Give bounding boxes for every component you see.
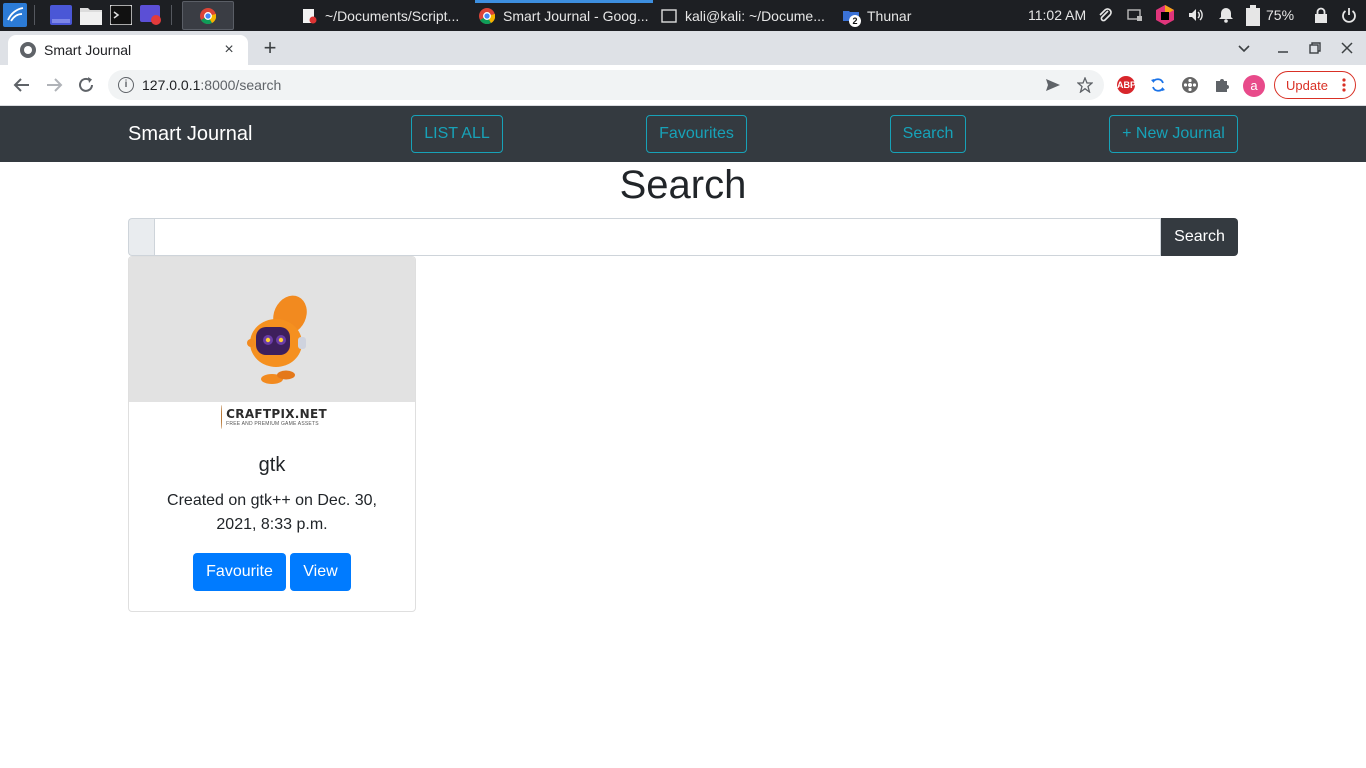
card-text: Created on gtk++ on Dec. 30, 2021, 8:33 … — [167, 492, 377, 533]
tab-smart-journal[interactable]: Smart Journal × — [8, 35, 248, 65]
craftpix-logo: CRAFTPIX.NET FREE AND PREMIUM GAME ASSET… — [221, 403, 327, 431]
browser-toolbar: i 127.0.0.1:8000/search ABP a Update — [0, 65, 1366, 106]
screen-recorder-launcher-icon[interactable] — [140, 5, 162, 25]
window-close-icon[interactable] — [1336, 37, 1358, 59]
clock[interactable]: 11:02 AM — [1028, 0, 1086, 31]
text-editor-icon — [303, 8, 317, 23]
jetbrains-toolbox-icon[interactable] — [1155, 4, 1175, 26]
adblock-extension-icon[interactable]: ABP — [1117, 76, 1136, 94]
taskbar-task-editor[interactable]: ~/Documents/Script... — [301, 0, 459, 31]
nav-search-button[interactable]: Search — [890, 115, 966, 153]
window-count-badge: 2 — [849, 14, 861, 27]
card-title: gtk — [258, 454, 286, 476]
screen-icon[interactable] — [1127, 7, 1143, 23]
nav-favourites-button[interactable]: Favourites — [646, 115, 747, 153]
update-button[interactable]: Update — [1274, 71, 1356, 99]
card-image — [129, 257, 415, 402]
address-bar[interactable]: i 127.0.0.1:8000/search — [108, 70, 1104, 100]
logo-caption: CRAFTPIX.NET — [226, 406, 327, 421]
power-icon[interactable] — [1341, 7, 1357, 23]
search-form: Search — [128, 218, 1238, 256]
taskbar-task-browser[interactable]: Smart Journal - Goog... — [475, 0, 653, 31]
reload-icon[interactable] — [74, 73, 98, 97]
sync-extension-icon[interactable] — [1149, 76, 1167, 94]
tab-title: Smart Journal — [44, 42, 132, 58]
chrome-icon — [200, 8, 216, 24]
site-info-icon[interactable]: i — [118, 77, 134, 93]
search-submit-button[interactable]: Search — [1161, 218, 1238, 256]
folder-launcher-icon[interactable] — [80, 5, 102, 25]
taskbar-task-label: Smart Journal - Goog... — [503, 7, 649, 24]
new-tab-button[interactable]: + — [258, 37, 282, 61]
terminal-icon — [661, 8, 677, 23]
film-reel-extension-icon[interactable] — [1181, 76, 1199, 94]
notification-bell-icon[interactable] — [1218, 7, 1234, 23]
nav-list-all-button[interactable]: LIST ALL — [411, 115, 503, 153]
bookmark-star-icon[interactable] — [1077, 77, 1093, 93]
file-manager-icon: 2 — [843, 8, 861, 27]
page-title: Search — [619, 163, 747, 207]
close-icon[interactable]: × — [220, 41, 238, 59]
navbar-brand[interactable]: Smart Journal — [128, 123, 253, 146]
taskbar-task-terminal[interactable]: kali@kali: ~/Docume... — [661, 0, 825, 31]
logo-subcaption: FREE AND PREMIUM GAME ASSETS — [226, 420, 319, 427]
chrome-launcher-active[interactable] — [182, 1, 234, 30]
taskbar-task-label: Thunar — [867, 7, 912, 24]
send-tab-icon[interactable] — [1045, 77, 1061, 93]
battery-icon[interactable] — [1245, 5, 1261, 27]
taskbar-task-label: ~/Documents/Script... — [325, 7, 460, 24]
site-navbar: Smart Journal LIST ALL Favourites Search… — [0, 106, 1366, 162]
tab-search-chevron-icon[interactable] — [1233, 37, 1255, 59]
taskbar-task-thunar[interactable]: 2 Thunar — [843, 0, 911, 31]
journal-card: CRAFTPIX.NET FREE AND PREMIUM GAME ASSET… — [128, 256, 416, 612]
view-button[interactable]: View — [290, 553, 351, 591]
taskbar-separator — [34, 5, 35, 25]
os-taskbar: ~/Documents/Script... Smart Journal - Go… — [0, 0, 1366, 31]
minimize-icon[interactable] — [1272, 37, 1294, 59]
paperclip-icon[interactable] — [1097, 7, 1113, 23]
craftpix-logo-icon — [221, 405, 223, 429]
show-desktop-icon[interactable] — [50, 5, 72, 25]
forward-arrow-icon[interactable] — [42, 73, 66, 97]
kali-menu-icon[interactable] — [3, 3, 27, 27]
terminal-launcher-icon[interactable] — [110, 5, 132, 25]
profile-avatar[interactable]: a — [1243, 75, 1265, 97]
volume-icon[interactable] — [1188, 7, 1204, 23]
search-input-addon — [128, 218, 154, 256]
nav-new-journal-button[interactable]: + New Journal — [1109, 115, 1238, 153]
update-label: Update — [1286, 77, 1328, 93]
browser-tab-strip: Smart Journal × — [0, 31, 1366, 65]
restore-icon[interactable] — [1304, 37, 1326, 59]
globe-icon — [20, 42, 36, 58]
url-path: :8000/search — [200, 77, 282, 93]
back-arrow-icon[interactable] — [10, 73, 34, 97]
taskbar-task-label: kali@kali: ~/Docume... — [685, 7, 825, 24]
lock-icon[interactable] — [1313, 7, 1329, 23]
chrome-icon — [479, 7, 495, 24]
extensions-puzzle-icon[interactable] — [1213, 76, 1231, 94]
taskbar-separator — [171, 5, 172, 25]
more-vert-icon — [1342, 78, 1346, 92]
url-host: 127.0.0.1 — [142, 77, 201, 93]
robot-character-image — [247, 295, 307, 384]
battery-percentage: 75% — [1266, 7, 1295, 23]
search-input[interactable] — [154, 218, 1161, 256]
favourite-button[interactable]: Favourite — [193, 553, 286, 591]
